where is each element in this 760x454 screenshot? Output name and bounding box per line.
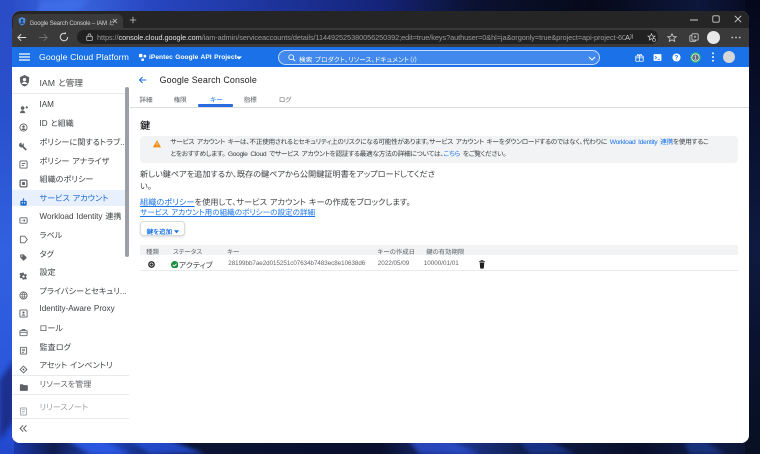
svg-text:1: 1 [693,55,696,61]
svg-text:?: ? [674,55,678,61]
